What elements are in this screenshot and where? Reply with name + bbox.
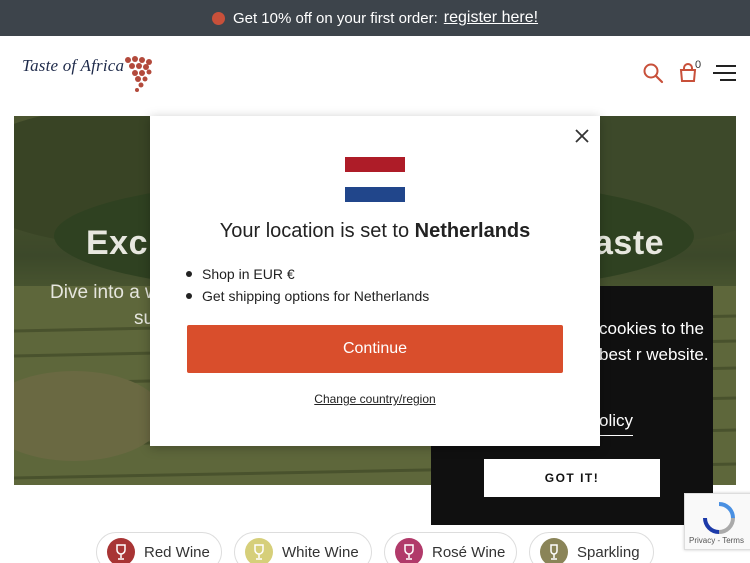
category-label: White Wine [282,543,359,561]
site-header: Taste of Africa 0 [0,36,750,116]
promo-dot-icon [211,11,225,25]
menu-icon[interactable] [712,63,738,83]
announcement-bar: Get 10% off on your first order: registe… [0,0,750,36]
category-label: Sparkling [577,543,640,561]
category-label: Red Wine [144,543,210,561]
modal-title-prefix: Your location is set to [219,220,410,242]
modal-bullet-currency: Shop in EUR € [185,266,429,282]
continue-button[interactable]: Continue [187,325,563,373]
modal-bullet-shipping: Get shipping options for Netherlands [185,288,430,304]
modal-bullets: Shop in EUR € Get shipping options for N… [185,266,430,310]
modal-title: Your location is set to Netherlands [150,220,600,243]
category-label: Rosé Wine [432,543,506,561]
location-modal: Your location is set to Netherlands Shop… [150,116,600,446]
logo[interactable]: Taste of Africa [22,56,152,92]
modal-country: Netherlands [414,220,531,242]
recaptcha-icon [703,502,735,534]
cookie-text: cookies to the best r website. [599,319,709,364]
cookie-accept-button[interactable]: GOT IT! [484,459,660,497]
cookie-policy-link[interactable]: olicy [599,411,634,436]
white-wine-glass-icon [245,538,273,563]
change-country-link[interactable]: Change country/region [150,392,600,406]
page: { "announcement": { "text": "Get 10% off… [0,0,750,563]
red-wine-glass-icon [107,538,135,563]
hero-subtitle-line1: Dive into a w [50,282,159,303]
hero-subtitle-line2: su [134,308,155,329]
hero-title-left: Excl [86,224,158,262]
category-rose-wine[interactable]: Rosé Wine [384,532,517,563]
search-icon[interactable] [642,62,664,84]
cart-count-badge: 0 [695,59,702,71]
header-icons [642,62,738,84]
netherlands-flag-icon [345,157,405,202]
rose-wine-glass-icon [395,538,423,563]
recaptcha-badge[interactable]: Privacy - Terms [684,493,750,550]
category-red-wine[interactable]: Red Wine [96,532,222,563]
grapes-logo-icon [125,56,152,92]
announcement-text: Get 10% off on your first order: [232,9,438,27]
sparkling-glass-icon [540,538,568,563]
close-icon[interactable] [574,128,590,144]
category-white-wine[interactable]: White Wine [234,532,372,563]
recaptcha-text: Privacy - Terms [689,536,744,545]
category-sparkling[interactable]: Sparkling [529,532,654,563]
hero-title-right: aste [594,224,665,262]
hero-subtitle: Dive into a w su [50,280,159,332]
register-link[interactable]: register here! [444,9,538,27]
